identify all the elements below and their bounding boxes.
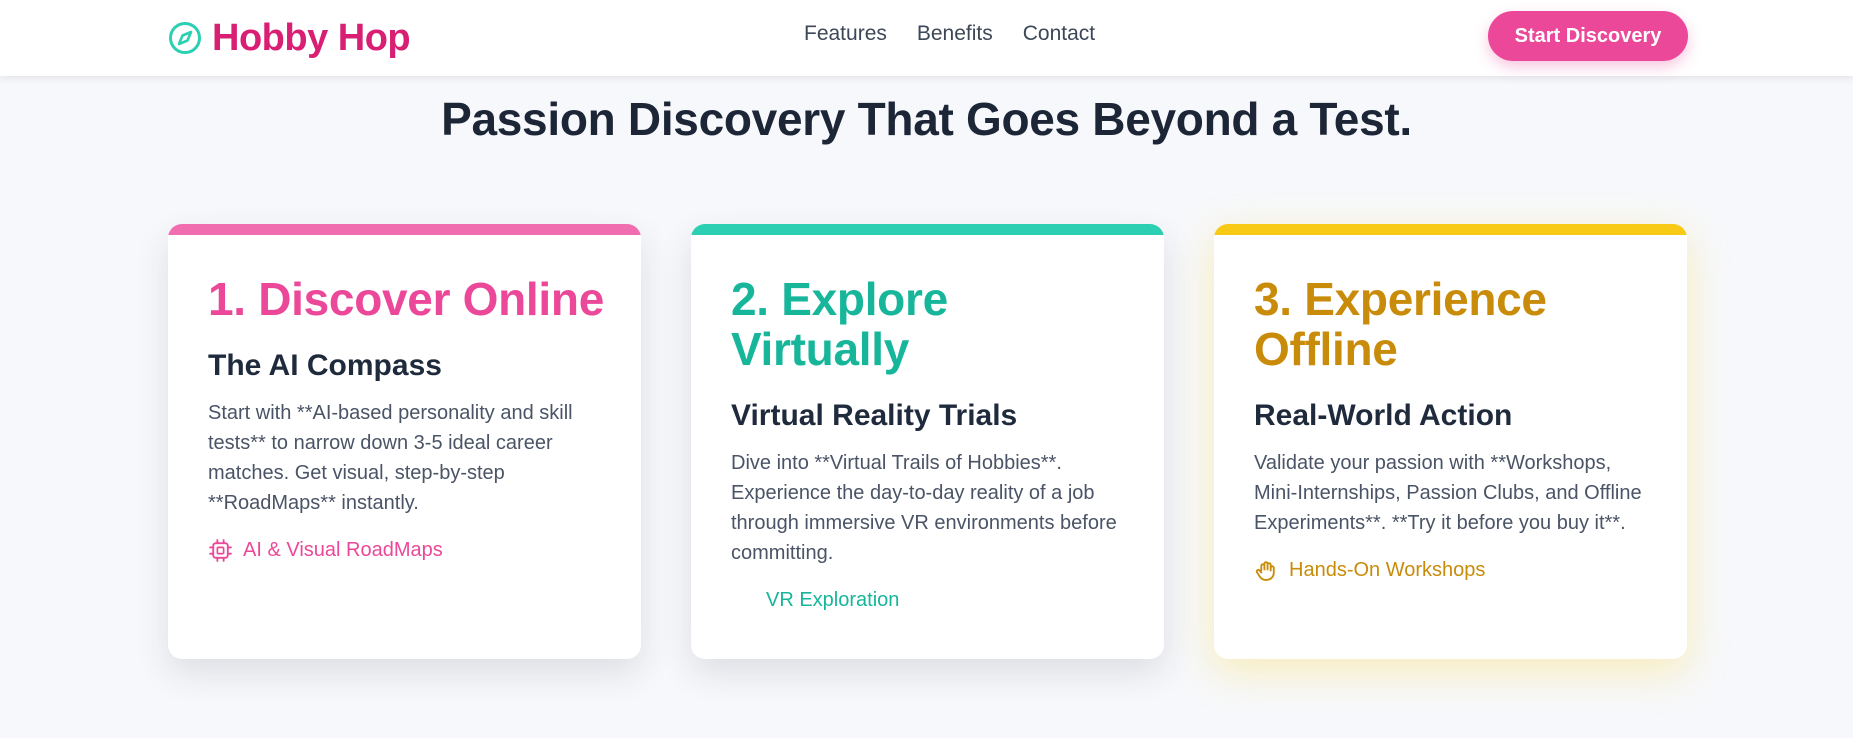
hand-icon xyxy=(1255,561,1275,581)
card-tag-label: VR Exploration xyxy=(766,589,900,611)
section-title: Passion Discovery That Goes Beyond a Tes… xyxy=(441,93,1412,145)
top-navbar: Hobby Hop Features Benefits Contact Star… xyxy=(0,0,1853,76)
card-tag: VR Exploration xyxy=(731,588,1131,613)
feature-card-discover: 1. Discover Online The AI Compass Start … xyxy=(168,224,641,659)
feature-card-explore: 2. Explore Virtually Virtual Reality Tri… xyxy=(691,224,1164,659)
card-description: Validate your passion with **Workshops, … xyxy=(1254,452,1642,534)
card-tag: Hands-On Workshops xyxy=(1254,558,1654,583)
card-accent-bar xyxy=(691,224,1164,235)
feature-card-experience: 3. Experience Offline Real-World Action … xyxy=(1214,224,1687,659)
card-body: 1. Discover Online The AI Compass Start … xyxy=(208,274,608,563)
card-title: 1. Discover Online xyxy=(208,273,604,325)
vr-icon xyxy=(731,588,756,613)
start-discovery-button[interactable]: Start Discovery xyxy=(1488,11,1688,61)
compass-icon xyxy=(169,22,201,54)
brand-name: Hobby Hop xyxy=(212,16,411,59)
card-tag-label: Hands-On Workshops xyxy=(1289,559,1486,581)
card-accent-bar xyxy=(1214,224,1687,235)
card-description: Dive into **Virtual Trails of Hobbies**.… xyxy=(731,452,1117,564)
nav-link-benefits[interactable]: Benefits xyxy=(917,22,993,46)
card-subtitle: Virtual Reality Trials xyxy=(731,399,1018,432)
cpu-chip-icon xyxy=(209,539,232,562)
card-subtitle: The AI Compass xyxy=(208,349,442,382)
brand-logo[interactable]: Hobby Hop xyxy=(168,16,411,60)
card-accent-bar xyxy=(168,224,641,235)
nav-link-contact[interactable]: Contact xyxy=(1023,22,1095,46)
card-title: 2. Explore Virtually xyxy=(731,273,948,375)
nav-links: Features Benefits Contact xyxy=(804,22,1095,46)
nav-link-features[interactable]: Features xyxy=(804,22,887,46)
card-description: Start with **AI-based personality and sk… xyxy=(208,402,573,514)
card-body: 3. Experience Offline Real-World Action … xyxy=(1254,274,1654,583)
card-title: 3. Experience Offline xyxy=(1254,273,1547,375)
card-body: 2. Explore Virtually Virtual Reality Tri… xyxy=(731,274,1131,613)
card-subtitle: Real-World Action xyxy=(1254,399,1513,432)
card-tag: AI & Visual RoadMaps xyxy=(208,538,608,563)
card-tag-label: AI & Visual RoadMaps xyxy=(243,539,443,561)
